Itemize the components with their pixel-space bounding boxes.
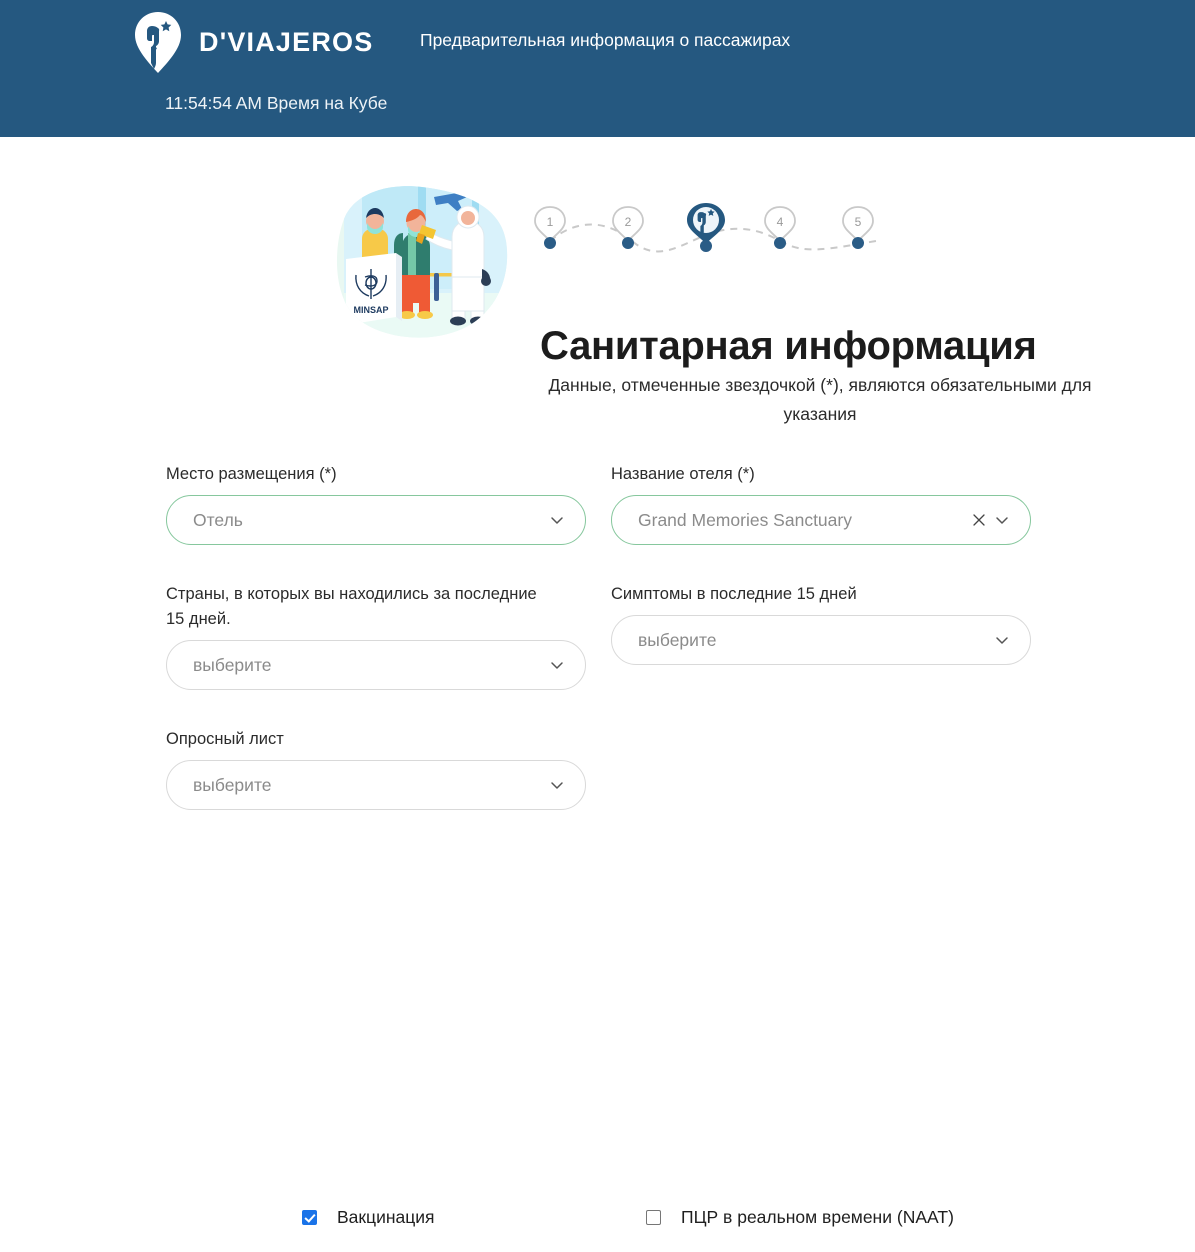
minsap-sign-text: MINSAP [353,305,388,315]
cuba-time-clock: 11:54:54 AM Время на Кубе [165,93,388,113]
stepper-step-3-active[interactable] [687,203,725,252]
checkbox-vaccination[interactable]: Вакцинация [302,1207,435,1228]
countries-visited-select[interactable]: выберите [166,640,586,690]
chevron-down-icon [996,517,1008,524]
stepper-step-1[interactable]: 1 [534,206,566,249]
stepper-step-2[interactable]: 2 [612,206,644,249]
chevron-down-icon [996,637,1008,644]
field-symptoms-label: Симптомы в последние 15 дней [611,585,857,603]
field-hotel-name-label: Название отеля (*) [611,465,755,483]
chevron-down-icon [551,662,563,669]
field-countries-visited-label: Страны, в которых вы находились за после… [166,585,537,628]
symptoms-select[interactable]: выберите [611,615,1031,665]
countries-visited-value: выберите [193,654,272,675]
stepper-dot-5 [852,237,864,249]
stepper-step-1-label: 1 [547,215,554,229]
field-accommodation-type-label: Место размещения (*) [166,465,337,483]
required-fields-note: Данные, отмеченные звездочкой (*), являю… [548,374,1092,424]
checkbox-pcr-naat[interactable]: ПЦР в реальном времени (NAAT) [646,1207,954,1228]
accommodation-type-value: Отель [193,509,243,530]
checkbox-vaccination-box[interactable] [302,1210,317,1225]
field-symptoms: Симптомы в последние 15 дней выберите [611,582,1031,665]
field-questionnaire: Опросный лист выберите [166,727,586,810]
field-questionnaire-label: Опросный лист [166,730,284,748]
test-type-checkbox-group: Вакцинация ПЦР в реальном времени (NAAT) [0,1207,1195,1252]
section-heading: Санитарная информация [540,323,1037,368]
chevron-down-icon [551,517,563,524]
clear-icon[interactable] [972,513,986,527]
hotel-name-select[interactable]: Grand Memories Sanctuary [611,495,1031,545]
questionnaire-value: выберите [193,774,272,795]
dviajeros-pin-logo-icon [135,12,181,73]
symptoms-value: выберите [638,629,717,650]
stepper-dot-4 [774,237,786,249]
stepper-dot-3 [700,240,712,252]
chevron-down-icon [551,782,563,789]
stepper-step-2-label: 2 [625,215,632,229]
stepper-dot-2 [622,237,634,249]
main-content: MINSAP 1 2 4 5 Санитарная информация Дан… [0,137,1195,1227]
stepper-step-4[interactable]: 4 [764,206,796,249]
health-screening-illustration: MINSAP [336,186,508,338]
questionnaire-select[interactable]: выберите [166,760,586,810]
brand-logo[interactable]: D'VIAJEROS [125,8,373,76]
field-countries-visited: Страны, в которых вы находились за после… [166,582,586,690]
stepper-step-4-label: 4 [777,215,784,229]
accommodation-type-select[interactable]: Отель [166,495,586,545]
field-accommodation-type: Место размещения (*) Отель [166,462,586,545]
progress-stepper: 1 2 4 5 [534,203,877,253]
field-hotel-name: Название отеля (*) Grand Memories Sanctu… [611,462,1031,545]
site-header: D'VIAJEROS Предварительная информация о … [0,0,1195,137]
checkbox-pcr-naat-label: ПЦР в реальном времени (NAAT) [681,1207,954,1227]
hotel-name-value: Grand Memories Sanctuary [638,509,852,530]
checkbox-pcr-naat-box[interactable] [646,1210,661,1225]
checkbox-vaccination-label: Вакцинация [337,1207,435,1227]
stepper-step-5[interactable]: 5 [842,206,874,249]
brand-wordmark: D'VIAJEROS [199,26,374,57]
stepper-dot-1 [544,237,556,249]
page-title: Предварительная информация о пассажирах [420,30,791,50]
stepper-step-5-label: 5 [855,215,862,229]
